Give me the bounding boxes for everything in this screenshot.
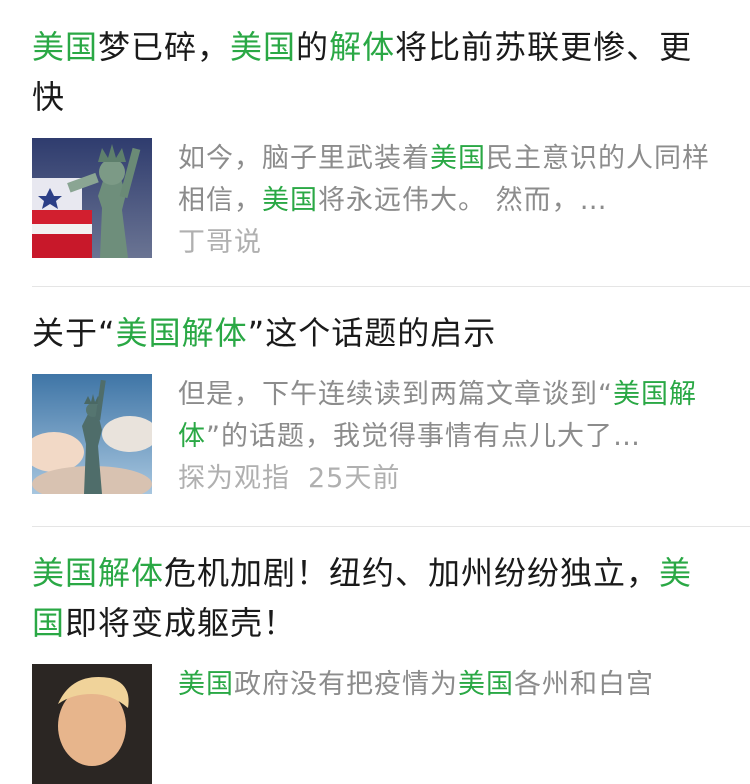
snippet-part: 但是，下午连续读到两篇文章谈到“ (178, 379, 613, 410)
snippet-part: 各州和白宫 (514, 669, 654, 700)
article-meta: 美国政府没有把疫情为美国各州和白宫 (178, 664, 720, 706)
snippet-part: 政府没有把疫情为 (234, 669, 458, 700)
article-meta: 但是，下午连续读到两篇文章谈到“美国解体”的话题，我觉得事情有点儿大了… 探为观… (178, 374, 720, 500)
title-part: ”这个话题的启示 (247, 314, 497, 352)
statue-of-liberty-sky-image[interactable] (32, 374, 152, 494)
article-snippet: 但是，下午连续读到两篇文章谈到“美国解体”的话题，我觉得事情有点儿大了… (178, 374, 720, 458)
article-source-row: 丁哥说 (178, 222, 720, 264)
snippet-part: 美国 (178, 669, 234, 700)
snippet-part: 如今，脑子里武装着 (178, 143, 430, 174)
title-part: 美国 (32, 28, 99, 66)
article-item[interactable]: 美国梦已碎，美国的解体将比前苏联更惨、更快 如今，脑子里武装着美国民主意识的人同… (0, 0, 750, 286)
title-part: 解体 (329, 28, 396, 66)
article-body: 美国政府没有把疫情为美国各州和白宫 (32, 664, 720, 784)
statue-of-liberty-flag-image[interactable] (32, 138, 152, 258)
article-item[interactable]: 美国解体危机加剧！纽约、加州纷纷独立，美国即将变成躯壳！ 美国政府没有把疫情为美… (0, 526, 750, 784)
snippet-part: ”的话题，我觉得事情有点儿大了… (206, 421, 641, 452)
snippet-part: 美国 (430, 143, 486, 174)
snippet-part: 美国 (458, 669, 514, 700)
title-part: 美国解体 (32, 554, 165, 592)
thumbnail-graphic (32, 138, 152, 258)
title-part: 美国解体 (115, 314, 248, 352)
thumbnail-graphic (32, 664, 152, 784)
article-title[interactable]: 美国梦已碎，美国的解体将比前苏联更惨、更快 (32, 22, 720, 122)
title-part: 美国 (230, 28, 297, 66)
article-body: 但是，下午连续读到两篇文章谈到“美国解体”的话题，我觉得事情有点儿大了… 探为观… (32, 374, 720, 500)
title-part: 梦已碎， (98, 28, 231, 66)
title-part: 关于“ (32, 314, 116, 352)
article-title[interactable]: 关于“美国解体”这个话题的启示 (32, 308, 720, 358)
title-part: 即将变成躯壳！ (65, 604, 297, 642)
search-results-list: 美国梦已碎，美国的解体将比前苏联更惨、更快 如今，脑子里武装着美国民主意识的人同… (0, 0, 750, 784)
article-source[interactable]: 探为观指 (178, 463, 290, 494)
snippet-part: 将永远伟大。 然而，… (318, 185, 608, 216)
politician-portrait-image[interactable] (32, 664, 152, 784)
snippet-part: 美国 (262, 185, 318, 216)
thumbnail-graphic (32, 374, 152, 494)
article-source[interactable]: 丁哥说 (178, 227, 262, 258)
article-body: 如今，脑子里武装着美国民主意识的人同样相信，美国将永远伟大。 然而，… 丁哥说 (32, 138, 720, 264)
article-snippet: 美国政府没有把疫情为美国各州和白宫 (178, 664, 720, 706)
article-item[interactable]: 关于“美国解体”这个话题的启示 但是，下午连续读到两篇文章谈到“美国解体”的话题… (0, 286, 750, 526)
article-source-row: 探为观指 25天前 (178, 458, 720, 500)
article-snippet: 如今，脑子里武装着美国民主意识的人同样相信，美国将永远伟大。 然而，… (178, 138, 720, 222)
article-time: 25天前 (308, 463, 401, 494)
article-meta: 如今，脑子里武装着美国民主意识的人同样相信，美国将永远伟大。 然而，… 丁哥说 (178, 138, 720, 264)
title-part: 的 (296, 28, 330, 66)
title-part: 危机加剧！纽约、加州纷纷独立， (164, 554, 660, 592)
article-title[interactable]: 美国解体危机加剧！纽约、加州纷纷独立，美国即将变成躯壳！ (32, 548, 720, 648)
